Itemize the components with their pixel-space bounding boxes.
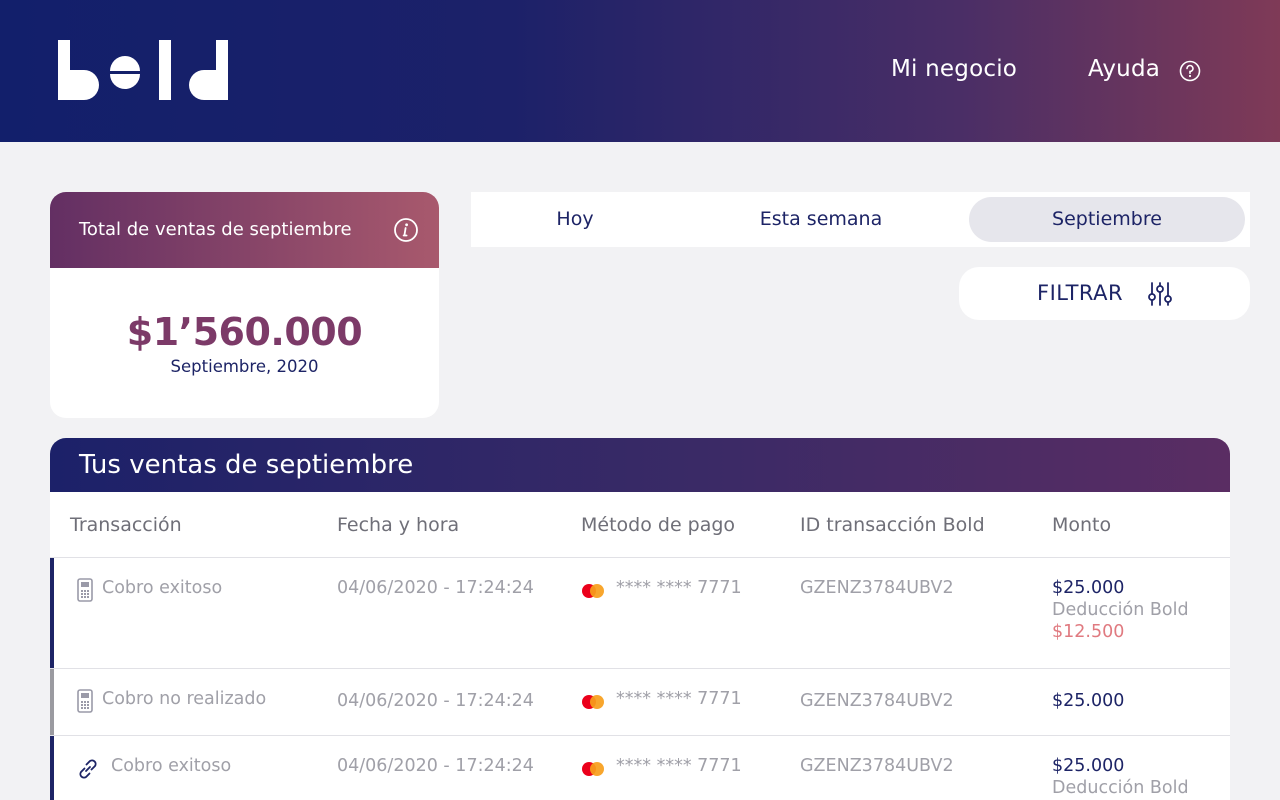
tab-hoy[interactable]: Hoy bbox=[471, 197, 679, 242]
col-fecha-hora: Fecha y hora bbox=[337, 514, 460, 536]
tab-esta-semana[interactable]: Esta semana bbox=[721, 197, 921, 242]
table-row[interactable]: Cobro exitoso 04/06/2020 - 17:24:24 ****… bbox=[50, 558, 1230, 668]
table-row[interactable]: Cobro no realizado 04/06/2020 - 17:24:24… bbox=[50, 669, 1230, 735]
sliders-icon bbox=[1148, 282, 1172, 306]
col-id-transaccion: ID transacción Bold bbox=[800, 514, 985, 536]
transaction-id: GZENZ3784UBV2 bbox=[800, 578, 954, 598]
transaction-status: Cobro no realizado bbox=[102, 689, 267, 709]
sales-summary-card: Total de ventas de septiembre $1’560.000… bbox=[50, 192, 439, 418]
transaction-amount: $25.000 bbox=[1052, 578, 1125, 598]
nav-ayuda[interactable]: Ayuda bbox=[1088, 56, 1160, 82]
card-reader-icon bbox=[77, 689, 93, 713]
sales-table: Tus ventas de septiembre Transacción Fec… bbox=[50, 438, 1230, 800]
transaction-datetime: 04/06/2020 - 17:24:24 bbox=[337, 578, 534, 598]
transaction-datetime: 04/06/2020 - 17:24:24 bbox=[337, 691, 534, 711]
card-reader-icon bbox=[77, 578, 93, 602]
status-accent-bar bbox=[50, 736, 54, 800]
deduction-value: $12.500 bbox=[1052, 622, 1125, 642]
transaction-datetime: 04/06/2020 - 17:24:24 bbox=[337, 756, 534, 776]
help-icon[interactable] bbox=[1179, 60, 1201, 82]
col-transaccion: Transacción bbox=[70, 514, 182, 536]
sales-table-title: Tus ventas de septiembre bbox=[79, 450, 414, 480]
period-tabs: Hoy Esta semana Septiembre bbox=[471, 192, 1250, 247]
mastercard-icon bbox=[582, 584, 604, 598]
top-header: Mi negocio Ayuda bbox=[0, 0, 1280, 142]
deduction-label: Deducción Bold bbox=[1052, 778, 1189, 798]
transaction-id: GZENZ3784UBV2 bbox=[800, 756, 954, 776]
card-number: **** **** 7771 bbox=[616, 689, 742, 709]
summary-period: Septiembre, 2020 bbox=[170, 357, 319, 376]
link-icon bbox=[79, 759, 97, 779]
col-monto: Monto bbox=[1052, 514, 1112, 536]
summary-title: Total de ventas de septiembre bbox=[79, 219, 352, 240]
status-accent-bar bbox=[50, 558, 54, 668]
transaction-amount: $25.000 bbox=[1052, 756, 1125, 776]
deduction-label: Deducción Bold bbox=[1052, 600, 1189, 620]
info-icon[interactable] bbox=[393, 217, 419, 243]
transaction-status: Cobro exitoso bbox=[111, 756, 232, 776]
col-metodo-pago: Método de pago bbox=[581, 514, 736, 536]
table-row[interactable]: Cobro exitoso 04/06/2020 - 17:24:24 ****… bbox=[50, 736, 1230, 800]
status-accent-bar bbox=[50, 669, 54, 735]
filter-button[interactable]: FILTRAR bbox=[959, 267, 1250, 320]
mastercard-icon bbox=[582, 762, 604, 776]
tab-septiembre[interactable]: Septiembre bbox=[969, 197, 1245, 242]
filter-label: FILTRAR bbox=[1037, 281, 1124, 305]
summary-amount: $1’560.000 bbox=[126, 310, 363, 354]
transaction-status: Cobro exitoso bbox=[102, 578, 223, 598]
sales-table-header: Tus ventas de septiembre bbox=[50, 438, 1230, 492]
nav-mi-negocio[interactable]: Mi negocio bbox=[891, 56, 1017, 82]
mastercard-icon bbox=[582, 695, 604, 709]
summary-header: Total de ventas de septiembre bbox=[50, 192, 439, 268]
card-number: **** **** 7771 bbox=[616, 578, 742, 598]
card-number: **** **** 7771 bbox=[616, 756, 742, 776]
transaction-amount: $25.000 bbox=[1052, 691, 1125, 711]
transaction-id: GZENZ3784UBV2 bbox=[800, 691, 954, 711]
bold-logo[interactable] bbox=[58, 40, 230, 102]
